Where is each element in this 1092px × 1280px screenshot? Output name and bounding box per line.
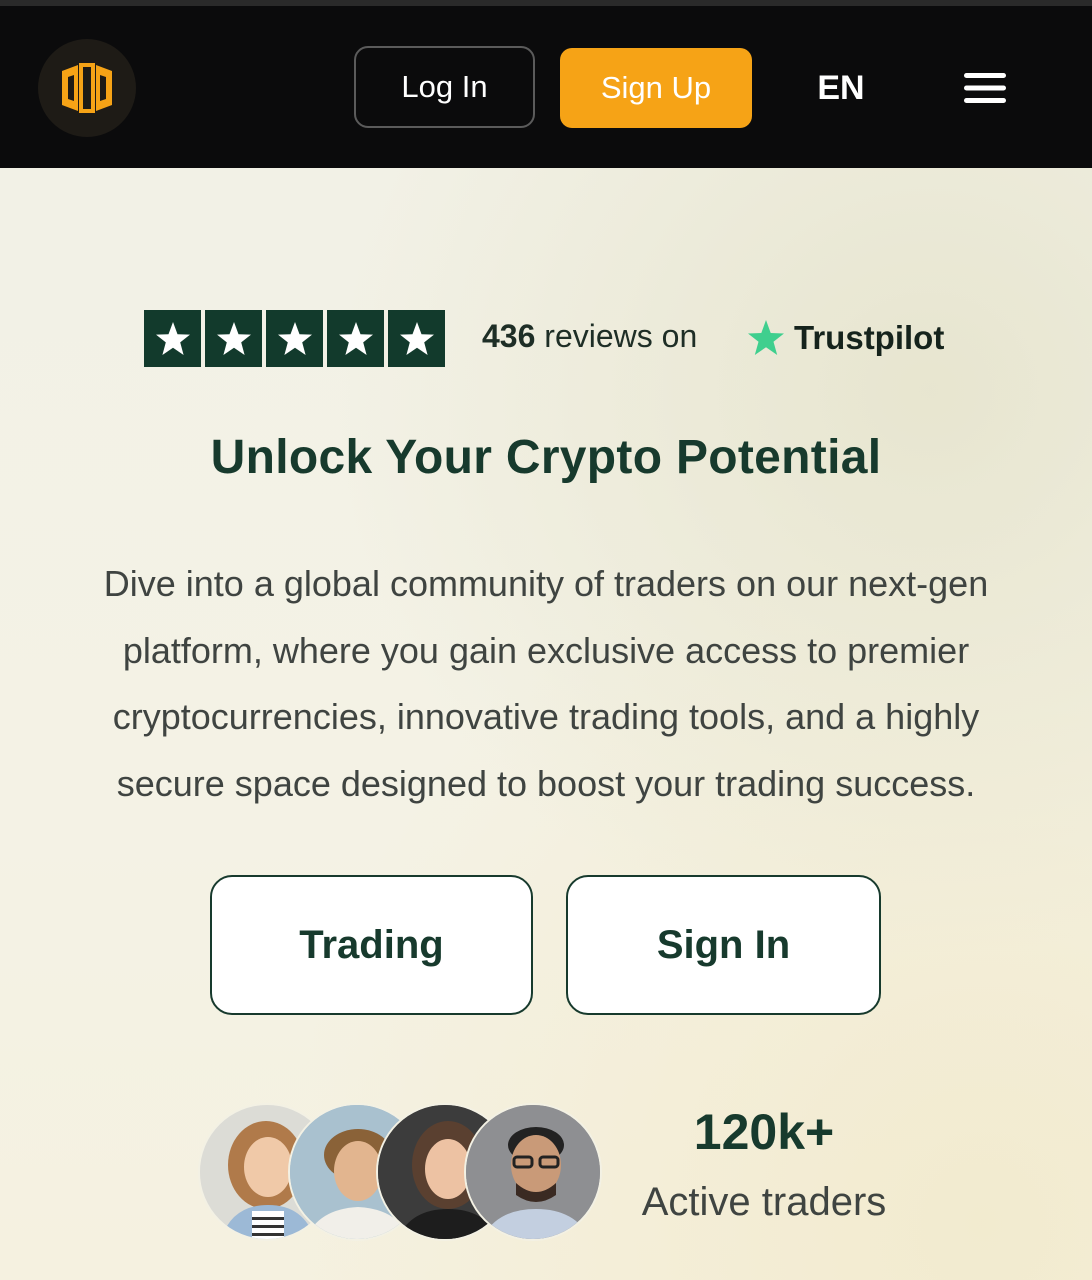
trading-button[interactable]: Trading [210, 875, 533, 1015]
reviews-suffix: reviews on [544, 318, 698, 354]
login-button[interactable]: Log In [354, 46, 535, 128]
trader-avatars [198, 1103, 608, 1243]
star-icon [144, 310, 201, 367]
signup-button[interactable]: Sign Up [560, 48, 752, 128]
description-line: secure space designed to boost your trad… [116, 762, 976, 804]
star-icon [388, 310, 445, 367]
trustpilot-star-icon [748, 320, 784, 355]
description-line: cryptocurrencies, innovative trading too… [112, 696, 980, 737]
sign-in-button[interactable]: Sign In [566, 875, 881, 1015]
active-traders-label: Active traders [641, 1180, 887, 1224]
review-count-text: 436 reviews on [482, 318, 697, 355]
rating-stars [144, 310, 445, 367]
hamburger-menu-icon[interactable] [958, 66, 1012, 110]
top-navbar: Log In Sign Up EN [0, 0, 1092, 168]
hero-title: Unlock Your Crypto Potential [210, 431, 882, 484]
trustpilot-logo[interactable]: Trustpilot [746, 318, 944, 358]
hero-description: Dive into a global community of traders … [46, 551, 1046, 817]
exchange-logo-icon[interactable] [38, 39, 136, 137]
language-selector[interactable]: EN [800, 62, 882, 114]
avatar [464, 1103, 602, 1241]
star-icon [327, 310, 384, 367]
review-count: 436 [482, 318, 536, 354]
active-traders-count: 120k+ [693, 1104, 835, 1160]
trustpilot-rating[interactable]: 436 reviews on Trustpilot [144, 310, 964, 367]
trustpilot-brand: Trustpilot [794, 319, 945, 356]
star-icon [266, 310, 323, 367]
star-icon [205, 310, 262, 367]
description-line: platform, where you gain exclusive acces… [122, 629, 970, 671]
description-line: Dive into a global community of traders … [103, 563, 989, 604]
